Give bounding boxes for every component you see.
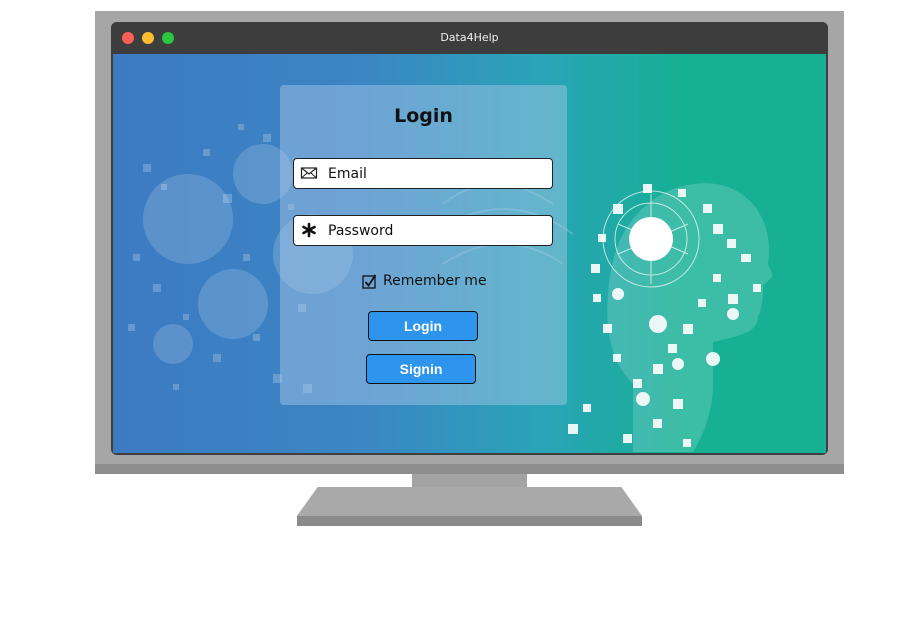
remember-me[interactable]: Remember me bbox=[362, 271, 487, 291]
signin-button[interactable]: Signin bbox=[366, 354, 476, 384]
login-card: Login Email Remember me Login Signin bbox=[280, 85, 567, 405]
checkbox-checked-icon[interactable] bbox=[362, 274, 377, 289]
login-screen: Login Email Remember me Login Signin bbox=[113, 54, 826, 453]
email-field[interactable] bbox=[293, 158, 553, 189]
login-button[interactable]: Login bbox=[368, 311, 478, 341]
email-input[interactable] bbox=[326, 161, 548, 187]
remember-me-label: Remember me bbox=[383, 273, 487, 289]
window-title: Data4Help bbox=[440, 31, 499, 44]
asterisk-icon bbox=[302, 222, 316, 238]
envelope-icon bbox=[300, 167, 318, 179]
password-field[interactable] bbox=[293, 215, 553, 246]
app-window: Data4Help Login Email Remember me Login … bbox=[111, 22, 828, 455]
monitor-stand-base-edge bbox=[297, 516, 642, 526]
title-bar[interactable]: Data4Help bbox=[111, 22, 828, 54]
password-input[interactable] bbox=[326, 218, 548, 244]
monitor-bezel bbox=[95, 464, 844, 474]
login-title: Login bbox=[394, 105, 453, 127]
